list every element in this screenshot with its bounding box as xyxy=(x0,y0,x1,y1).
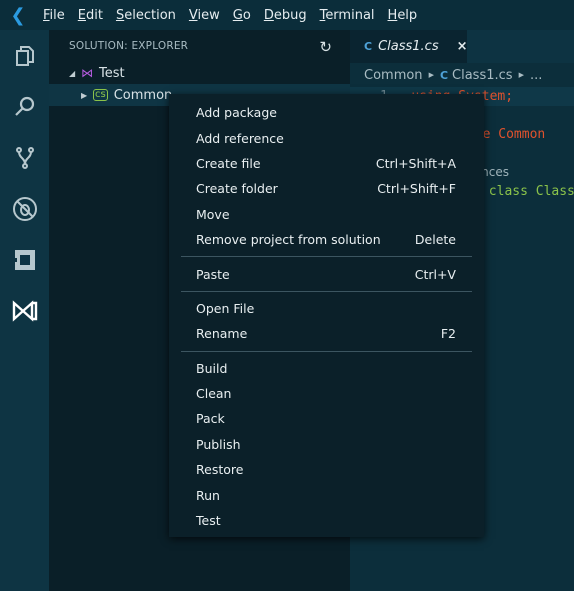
menu-item-label: Rename xyxy=(196,326,248,342)
tree-label: Common xyxy=(113,87,173,103)
menu-item-shortcut: F2 xyxy=(440,326,456,342)
csharp-file-icon: C xyxy=(439,68,449,82)
menu-item-shortcut: Ctrl+Shift+F xyxy=(377,181,456,197)
menu-item-paste[interactable]: Paste Ctrl+V xyxy=(169,261,484,286)
menu-item-restore[interactable]: Restore xyxy=(169,457,484,482)
chevron-right-icon: ▶ xyxy=(428,71,434,79)
menu-item-shortcut: Delete xyxy=(414,232,456,248)
menu-item-label: Run xyxy=(196,487,220,503)
menu-item-run[interactable]: Run xyxy=(169,482,484,507)
menu-selection[interactable]: Selection xyxy=(116,8,176,23)
menu-help[interactable]: Help xyxy=(388,8,418,23)
csharp-file-icon: C xyxy=(364,40,373,53)
menu-separator xyxy=(181,350,472,352)
tree-label: Test xyxy=(99,65,125,81)
menu-item-add-reference[interactable]: Add reference xyxy=(169,125,484,150)
menu-item-remove-project-from-solution[interactable]: Remove project from solution Delete xyxy=(169,227,484,252)
menu-item-label: Open File xyxy=(196,300,255,316)
menu-separator xyxy=(181,290,472,292)
menu-item-label: Clean xyxy=(196,386,232,402)
files-icon[interactable] xyxy=(0,30,49,81)
chevron-right-icon: ▶ xyxy=(518,71,524,79)
activity-bar xyxy=(0,30,49,591)
solution-icon: ⋈ xyxy=(81,66,93,80)
project-icon: cs xyxy=(93,89,108,101)
menu-item-label: Paste xyxy=(196,266,230,282)
menu-item-create-file[interactable]: Create file Ctrl+Shift+A xyxy=(169,151,484,176)
menu-item-create-folder[interactable]: Create folder Ctrl+Shift+F xyxy=(169,176,484,201)
debug-icon[interactable] xyxy=(0,183,49,234)
menu-item-label: Remove project from solution xyxy=(196,232,381,248)
menu-go[interactable]: Go xyxy=(233,8,251,23)
menu-separator xyxy=(181,256,472,258)
search-icon[interactable] xyxy=(0,81,49,132)
menu-item-test[interactable]: Test xyxy=(169,508,484,533)
source-control-icon[interactable] xyxy=(0,132,49,183)
breadcrumb-item[interactable]: Class1.cs xyxy=(452,68,513,83)
menu-item-label: Build xyxy=(196,360,228,376)
menu-file[interactable]: File xyxy=(43,8,65,23)
menu-debug[interactable]: Debug xyxy=(264,8,307,23)
menu-item-publish[interactable]: Publish xyxy=(169,432,484,457)
collapsed-icon: ▶ xyxy=(81,90,88,100)
tab-label: Class1.cs xyxy=(378,39,439,54)
breadcrumb: Common ▶ C Class1.cs ▶ ... xyxy=(350,63,574,87)
context-menu: Add package Add reference Create file Ctrl+… xyxy=(169,94,484,537)
menu-item-label: Create folder xyxy=(196,181,278,197)
menu-item-add-package[interactable]: Add package xyxy=(169,100,484,125)
menu-item-label: Publish xyxy=(196,436,241,452)
menu-terminal[interactable]: Terminal xyxy=(320,8,375,23)
menu-item-label: Restore xyxy=(196,462,244,478)
sidebar-title: SOLUTION: EXPLORER xyxy=(69,40,189,52)
menu-item-label: Add reference xyxy=(196,130,284,146)
menu-item-label: Pack xyxy=(196,411,225,427)
menu-item-label: Add package xyxy=(196,105,277,121)
breadcrumb-item[interactable]: Common xyxy=(364,68,423,83)
menu-item-label: Move xyxy=(196,206,230,222)
visual-studio-icon[interactable] xyxy=(0,285,49,336)
menu-view[interactable]: View xyxy=(189,8,220,23)
menu-item-clean[interactable]: Clean xyxy=(169,381,484,406)
menu-item-label: Create file xyxy=(196,155,261,171)
menu-item-label: Test xyxy=(196,513,221,529)
menu-item-open-file[interactable]: Open File xyxy=(169,296,484,321)
menu-item-shortcut: Ctrl+V xyxy=(414,266,456,282)
menu-edit[interactable]: Edit xyxy=(78,8,103,23)
expanded-icon: ◢ xyxy=(69,68,76,78)
tab-class1[interactable]: C Class1.cs × xyxy=(350,30,468,63)
vscode-logo-icon: ❮ xyxy=(10,4,26,26)
tree-item-test[interactable]: ◢ ⋈ Test xyxy=(49,62,350,84)
menu-item-shortcut: Ctrl+Shift+A xyxy=(375,155,456,171)
title-bar: ❮ File Edit Selection View Go Debug Term… xyxy=(0,0,574,30)
extensions-icon[interactable] xyxy=(0,234,49,285)
menu-item-pack[interactable]: Pack xyxy=(169,406,484,431)
breadcrumb-item[interactable]: ... xyxy=(530,68,542,83)
menu-item-rename[interactable]: Rename F2 xyxy=(169,321,484,346)
menu-item-move[interactable]: Move xyxy=(169,202,484,227)
close-icon[interactable]: × xyxy=(457,39,468,54)
menu-item-build[interactable]: Build xyxy=(169,356,484,381)
refresh-icon[interactable]: ↻ xyxy=(319,38,332,56)
